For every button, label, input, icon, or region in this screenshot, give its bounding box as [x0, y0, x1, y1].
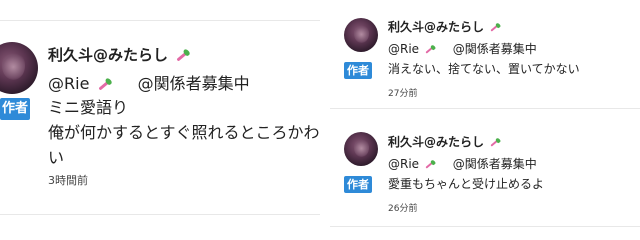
timestamp[interactable]: 27分前 — [388, 86, 417, 99]
author-name-text: 利久斗@みたらし — [388, 135, 485, 149]
leaf-icon — [423, 158, 437, 171]
left-post-panel: 作者 利久斗@みたらし @Rie @関係者募集中 ミニ愛語り 俺が何かするとすぐ… — [0, 0, 320, 240]
panel-gap — [320, 0, 330, 240]
mention-recruiting[interactable]: @関係者募集中 — [138, 74, 250, 93]
author-name[interactable]: 利久斗@みたらし — [48, 44, 191, 65]
avatar[interactable] — [344, 18, 378, 52]
post-line-2: 俺が何かするとすぐ照れるところかわ — [48, 123, 320, 142]
avatar[interactable] — [0, 42, 38, 94]
author-badge: 作者 — [344, 176, 372, 193]
leaf-icon — [488, 136, 502, 149]
mention-rie[interactable]: @Rie — [388, 42, 419, 56]
mention-rie[interactable]: @Rie — [48, 74, 89, 93]
mention-line: @Rie @関係者募集中 — [48, 70, 250, 94]
divider — [330, 108, 640, 109]
author-name-text: 利久斗@みたらし — [48, 46, 169, 64]
post-line-1: 愛重もちゃんと受け止めるよ — [388, 177, 545, 191]
mention-rie[interactable]: @Rie — [388, 157, 419, 171]
leaf-icon — [488, 21, 502, 34]
right-posts-panel: 作者 利久斗@みたらし @Rie @関係者募集中 消えない、捨てない、置いてかな… — [330, 0, 640, 240]
author-badge: 作者 — [344, 62, 372, 79]
author-name-text: 利久斗@みたらし — [388, 20, 485, 34]
post-line-1: 消えない、捨てない、置いてかない — [388, 62, 580, 76]
mention-recruiting[interactable]: @関係者募集中 — [453, 157, 537, 171]
mention-recruiting[interactable]: @関係者募集中 — [453, 42, 537, 56]
leaf-icon — [95, 76, 113, 93]
divider-top — [0, 20, 320, 21]
divider — [330, 226, 640, 227]
post-line-3: い — [48, 148, 65, 167]
leaf-icon — [423, 43, 437, 56]
divider-bottom — [0, 214, 320, 215]
timestamp[interactable]: 26分前 — [388, 201, 417, 214]
avatar[interactable] — [344, 132, 378, 166]
author-name[interactable]: 利久斗@みたらし — [388, 18, 502, 35]
mention-line: @Rie @関係者募集中 — [388, 155, 537, 172]
leaf-icon — [173, 47, 191, 64]
author-badge: 作者 — [0, 98, 30, 120]
timestamp[interactable]: 3時間前 — [48, 172, 88, 188]
author-name[interactable]: 利久斗@みたらし — [388, 133, 502, 150]
post-line-1: ミニ愛語り — [48, 98, 129, 117]
mention-line: @Rie @関係者募集中 — [388, 40, 537, 57]
